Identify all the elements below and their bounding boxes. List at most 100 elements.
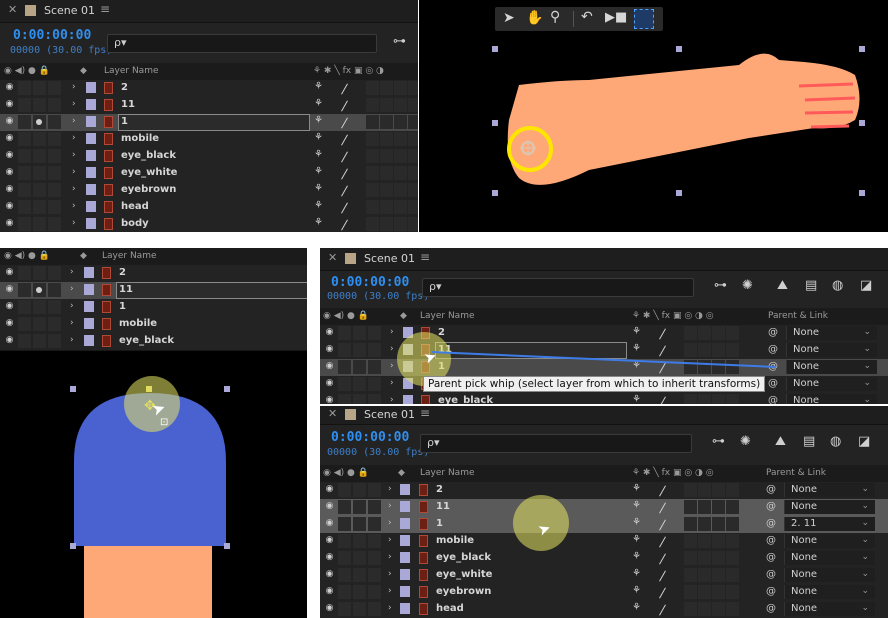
quality-switch-icon[interactable] [341,168,348,180]
av-switch-box[interactable] [48,149,61,163]
layer-label-color[interactable] [86,150,96,161]
layer-row[interactable]: ◉ › eye_black [0,333,307,351]
layer-switch-box[interactable] [366,183,379,197]
av-switch-box[interactable] [353,483,366,497]
av-switch-box[interactable] [338,517,351,531]
av-switch-box[interactable] [338,602,351,616]
bounding-box-handle[interactable] [224,543,230,549]
shy-layers-icon[interactable]: ⛰ [775,434,786,449]
bounding-box-handle[interactable] [859,120,865,126]
layer-switch-box[interactable] [684,500,697,514]
layer-switch-box[interactable] [684,585,697,599]
shy-switch-icon[interactable]: ⚘ [314,132,323,143]
visibility-eye-icon[interactable]: ◉ [4,267,15,278]
av-switch-box[interactable] [33,149,46,163]
visibility-eye-icon[interactable]: ◉ [4,301,15,312]
av-switch-box[interactable] [18,334,31,348]
parent-pick-whip-icon[interactable]: @ [766,603,776,614]
visibility-eye-icon[interactable]: ◉ [324,552,335,563]
layer-name[interactable]: eye_white [121,167,177,178]
layer-row[interactable]: ◉ › 2 ⚘ @ None ⌄ [320,482,888,500]
layer-switch-box[interactable] [698,517,711,531]
visibility-eye-icon[interactable]: ◉ [324,484,335,495]
av-switch-box[interactable] [18,283,31,297]
layer-switch-box[interactable] [366,81,379,95]
visibility-eye-icon[interactable]: ◉ [324,603,335,614]
av-switch-box[interactable] [353,585,366,599]
shy-switch-icon[interactable]: ⚘ [632,534,641,545]
layer-row[interactable]: ◉ › body ⚘ [0,216,418,232]
av-switch-box[interactable] [18,132,31,146]
quality-switch-icon[interactable] [659,604,666,616]
shy-switch-icon[interactable]: ⚘ [632,602,641,613]
parent-link-column-header[interactable]: Parent & Link [766,468,826,478]
av-switch-box[interactable] [353,568,366,582]
expand-chevron-icon[interactable]: › [72,218,76,228]
quality-switch-icon[interactable] [659,485,666,497]
layer-label-color[interactable] [400,603,410,614]
av-switch-box[interactable] [368,534,381,548]
draft-3d-icon[interactable]: ✺ [740,434,751,449]
layer-search-input[interactable]: ρ▾ [420,434,692,453]
layer-switch-box[interactable] [366,166,379,180]
parent-dropdown[interactable]: None ⌄ [784,483,875,497]
layer-switch-box[interactable] [380,183,393,197]
layer-label-color[interactable] [86,184,96,195]
quality-switch-icon[interactable] [341,219,348,231]
layer-label-color[interactable] [86,99,96,110]
layer-switch-box[interactable] [366,149,379,163]
layer-switch-box[interactable] [684,602,697,616]
layer-label-color[interactable] [400,535,410,546]
panel-menu-icon[interactable]: ≡ [420,406,430,420]
layer-row[interactable]: ◉ › 11 ⚘ @ None ⌄ [320,499,888,517]
quality-switch-icon[interactable] [659,502,666,514]
layer-name[interactable]: 2 [119,267,126,278]
av-switch-box[interactable] [48,300,61,314]
av-switch-box[interactable] [18,183,31,197]
expand-chevron-icon[interactable]: › [72,184,76,194]
layer-switch-box[interactable] [684,483,697,497]
layer-row[interactable]: ◉ › 11 ⚘ [0,97,418,115]
layer-name[interactable]: 1 [119,301,126,312]
layer-label-color[interactable] [84,284,94,295]
quality-switch-icon[interactable] [341,202,348,214]
av-switch-box[interactable] [338,483,351,497]
av-switch-box[interactable] [33,334,46,348]
layer-row[interactable]: ◉ › eye_white ⚘ @ None ⌄ [320,567,888,585]
layer-switch-box[interactable] [380,149,393,163]
layer-name[interactable]: head [121,201,149,212]
expand-chevron-icon[interactable]: › [388,603,392,613]
av-switch-box[interactable] [33,317,46,331]
solo-dot-icon[interactable] [36,287,42,293]
expand-chevron-icon[interactable]: › [72,99,76,109]
shy-switch-icon[interactable]: ⚘ [314,149,323,160]
av-switch-box[interactable] [353,517,366,531]
av-switch-box[interactable] [18,217,31,231]
visibility-eye-icon[interactable]: ◉ [324,535,335,546]
layer-label-color[interactable] [400,586,410,597]
av-switch-box[interactable] [338,500,351,514]
layer-label-color[interactable] [86,201,96,212]
shy-switch-icon[interactable]: ⚘ [314,217,323,228]
composition-viewer-top[interactable]: ➤ ✋ ⚲ ↶ ▶■ [419,0,888,232]
motion-blur-icon[interactable]: ◍ [830,434,841,449]
av-switch-box[interactable] [18,266,31,280]
layer-switch-box[interactable] [408,149,418,163]
visibility-eye-icon[interactable]: ◉ [4,218,15,229]
layer-switch-box[interactable] [698,534,711,548]
av-switch-box[interactable] [48,166,61,180]
expand-chevron-icon[interactable]: › [388,501,392,511]
visibility-eye-icon[interactable]: ◉ [4,167,15,178]
layer-label-color[interactable] [86,218,96,229]
layer-name[interactable]: eyebrown [436,586,491,597]
expand-chevron-icon[interactable]: › [388,535,392,545]
av-switch-box[interactable] [353,534,366,548]
arm-layer-artwork[interactable] [419,0,888,232]
av-switch-box[interactable] [18,166,31,180]
layer-switch-box[interactable] [366,132,379,146]
layer-row[interactable]: ◉ › head ⚘ @ None ⌄ [320,601,888,618]
layer-label-color[interactable] [400,552,410,563]
expand-chevron-icon[interactable]: › [70,318,74,328]
layer-row[interactable]: ◉ › 2 [0,265,307,283]
layer-switch-box[interactable] [726,517,739,531]
